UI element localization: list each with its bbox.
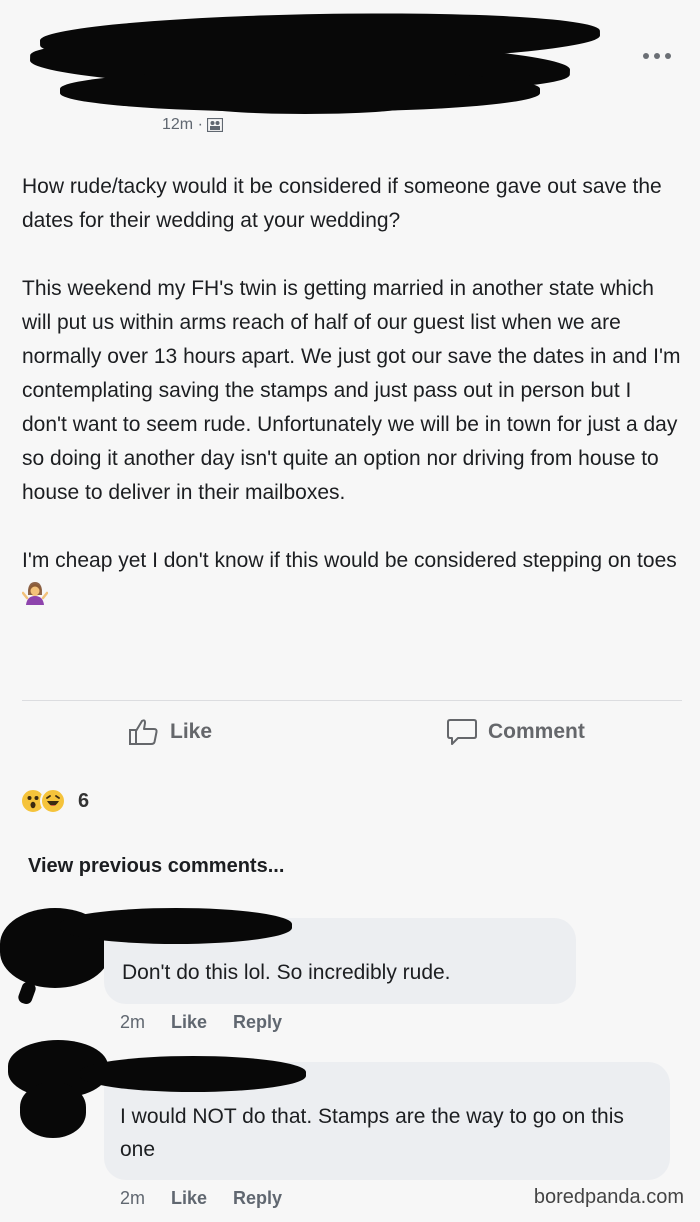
- post-paragraph: How rude/tacky would it be considered if…: [22, 175, 662, 232]
- reaction-count: 6: [78, 789, 90, 812]
- post-paragraph: This weekend my FH's twin is getting mar…: [22, 277, 681, 504]
- comment-like-button[interactable]: Like: [171, 1012, 207, 1033]
- comment-text: Don't do this lol. So incredibly rude.: [122, 961, 451, 984]
- redacted-commenter-name: [60, 908, 292, 944]
- haha-reaction-icon: [40, 788, 66, 814]
- comment-actions: 2m Like Reply: [120, 1188, 282, 1209]
- friends-privacy-icon: [206, 118, 223, 132]
- post-text: How rude/tacky would it be considered if…: [22, 170, 682, 612]
- watermark: boredpanda.com: [533, 1186, 684, 1208]
- comment-button[interactable]: Comment: [446, 718, 585, 746]
- post-meta: 12m ·: [162, 116, 223, 134]
- more-options-icon[interactable]: [643, 50, 671, 62]
- comment-reply-button[interactable]: Reply: [233, 1188, 282, 1209]
- comment-icon: [447, 719, 477, 745]
- comment-actions: 2m Like Reply: [120, 1012, 282, 1033]
- like-button[interactable]: Like: [128, 718, 212, 746]
- comment-time: 2m: [120, 1012, 146, 1032]
- comment-time: 2m: [120, 1188, 146, 1208]
- post-paragraph-last: I'm cheap yet I don't know if this would…: [22, 544, 682, 612]
- redacted-commenter-name: [80, 1056, 306, 1092]
- post-divider: [22, 700, 682, 701]
- view-previous-comments-link[interactable]: View previous comments...: [28, 855, 284, 878]
- woman-shrugging-emoji: [22, 582, 48, 605]
- comment-text: I would NOT do that. Stamps are the way …: [120, 1105, 624, 1161]
- comment-label: Comment: [488, 720, 585, 743]
- like-label: Like: [170, 720, 213, 743]
- thumbs-up-icon: [129, 719, 158, 745]
- comment-like-button[interactable]: Like: [171, 1188, 207, 1209]
- post-timestamp: 12m ·: [162, 116, 203, 133]
- reactions-summary[interactable]: 6: [20, 788, 89, 814]
- comment-reply-button[interactable]: Reply: [233, 1012, 282, 1033]
- post-paragraph-text: I'm cheap yet I don't know if this would…: [22, 549, 677, 572]
